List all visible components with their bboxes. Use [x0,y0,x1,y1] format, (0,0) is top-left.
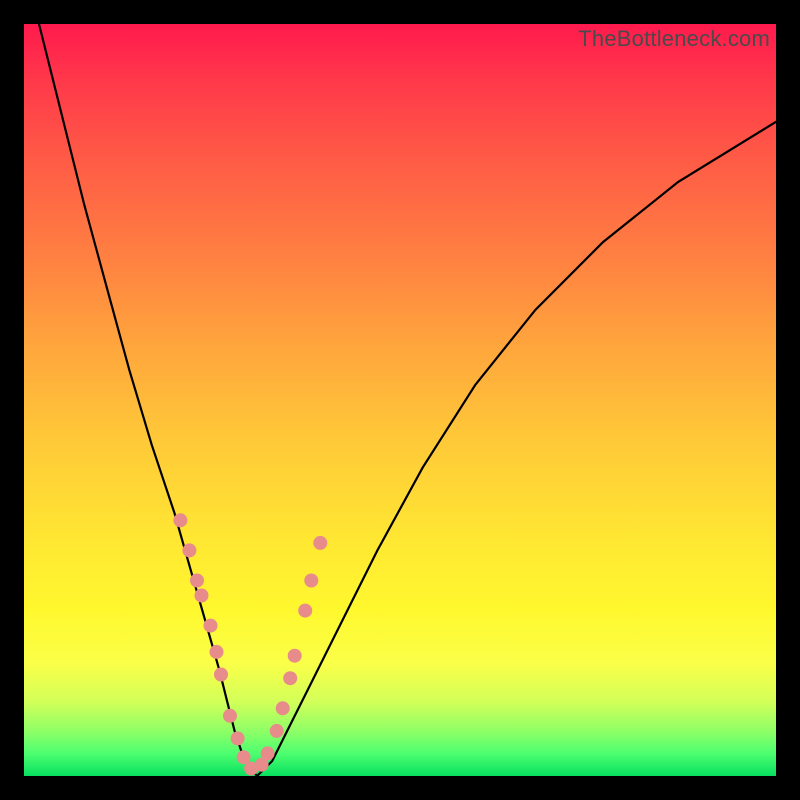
highlight-dot [261,746,275,760]
highlight-dot [276,701,290,715]
highlight-dot [190,574,204,588]
curve-svg [24,24,776,776]
highlight-dot [298,604,312,618]
highlight-dot [313,536,327,550]
chart-frame: TheBottleneck.com [0,0,800,800]
highlight-dots-group [173,513,327,775]
highlight-dot [195,589,209,603]
plot-area: TheBottleneck.com [24,24,776,776]
v-curve-line [39,24,776,776]
highlight-dot [173,513,187,527]
highlight-dot [182,543,196,557]
highlight-dot [283,671,297,685]
highlight-dot [204,619,218,633]
highlight-dot [223,709,237,723]
highlight-dot [214,668,228,682]
highlight-dot [270,724,284,738]
highlight-dot [288,649,302,663]
highlight-dot [231,731,245,745]
highlight-dot [210,645,224,659]
highlight-dot [304,574,318,588]
